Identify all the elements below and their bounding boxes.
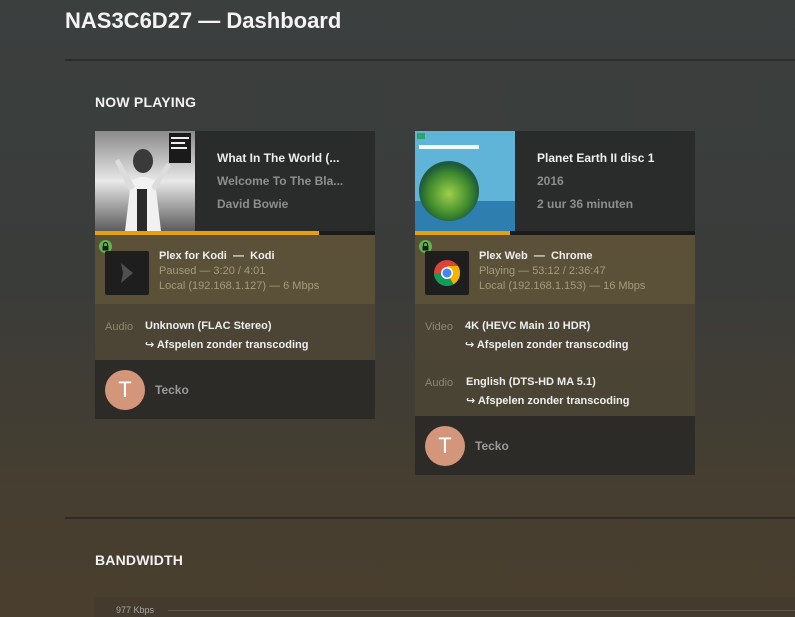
- stream-row-audio: Audio Unknown (FLAC Stereo) ↪ Afspelen z…: [95, 304, 375, 360]
- stream-value: 4K (HEVC Main 10 HDR): [465, 320, 591, 332]
- stream-label: Video: [425, 321, 453, 333]
- player-name: Plex for Kodi — Kodi: [159, 250, 275, 262]
- media-subtitle[interactable]: Welcome To The Bla...: [217, 174, 365, 188]
- stream-decision: ↪ Afspelen zonder transcoding: [465, 339, 629, 351]
- section-divider: [65, 517, 795, 519]
- stream-row-audio: Audio English (DTS-HD MA 5.1) ↪ Afspelen…: [415, 360, 695, 416]
- media-duration[interactable]: 2 uur 36 minuten: [537, 197, 685, 211]
- movie-poster[interactable]: [415, 131, 515, 231]
- playback-state: Paused — 3:20 / 4:01: [159, 265, 266, 277]
- bandwidth-chart: [95, 597, 795, 617]
- stream-decision: ↪ Afspelen zonder transcoding: [145, 339, 309, 351]
- user-name[interactable]: Tecko: [155, 383, 189, 397]
- player-name: Plex Web — Chrome: [479, 250, 593, 262]
- now-playing-title: NOW PLAYING: [95, 94, 197, 110]
- bandwidth-gridline: [168, 610, 795, 611]
- chrome-icon: [425, 251, 469, 295]
- media-title[interactable]: Planet Earth II disc 1: [537, 151, 685, 165]
- kodi-icon: [105, 251, 149, 295]
- stream-value: English (DTS-HD MA 5.1): [466, 376, 596, 388]
- network-info: Local (192.168.1.127) — 6 Mbps: [159, 280, 320, 292]
- playback-state: Playing — 53:12 / 2:36:47: [479, 265, 606, 277]
- media-artist[interactable]: David Bowie: [217, 197, 365, 211]
- media-title[interactable]: What In The World (...: [217, 151, 365, 165]
- stream-decision: ↪ Afspelen zonder transcoding: [466, 395, 630, 407]
- stream-value: Unknown (FLAC Stereo): [145, 320, 272, 332]
- network-info: Local (192.168.1.153) — 16 Mbps: [479, 280, 646, 292]
- avatar[interactable]: T: [105, 370, 145, 410]
- stream-label: Audio: [425, 377, 454, 389]
- stream-label: Audio: [105, 321, 134, 333]
- session-card-2[interactable]: Planet Earth II disc 1 2016 2 uur 36 min…: [415, 131, 695, 475]
- player-info: Plex Web — Chrome Playing — 53:12 / 2:36…: [415, 235, 695, 304]
- user-row[interactable]: T Tecko: [95, 360, 375, 419]
- bandwidth-title: BANDWIDTH: [95, 552, 184, 568]
- avatar[interactable]: T: [425, 426, 465, 466]
- album-art[interactable]: [95, 131, 195, 231]
- session-card-1[interactable]: What In The World (... Welcome To The Bl…: [95, 131, 375, 419]
- stream-row-video: Video 4K (HEVC Main 10 HDR) ↪ Afspelen z…: [415, 304, 695, 360]
- media-header[interactable]: What In The World (... Welcome To The Bl…: [95, 131, 375, 235]
- media-year[interactable]: 2016: [537, 174, 685, 188]
- user-name[interactable]: Tecko: [475, 439, 509, 453]
- player-info: Plex for Kodi — Kodi Paused — 3:20 / 4:0…: [95, 235, 375, 304]
- user-row[interactable]: T Tecko: [415, 416, 695, 475]
- header-divider: [65, 59, 795, 61]
- media-header[interactable]: Planet Earth II disc 1 2016 2 uur 36 min…: [415, 131, 695, 235]
- page-title: NAS3C6D27 — Dashboard: [65, 8, 342, 33]
- bandwidth-axis-label: 977 Kbps: [116, 605, 155, 615]
